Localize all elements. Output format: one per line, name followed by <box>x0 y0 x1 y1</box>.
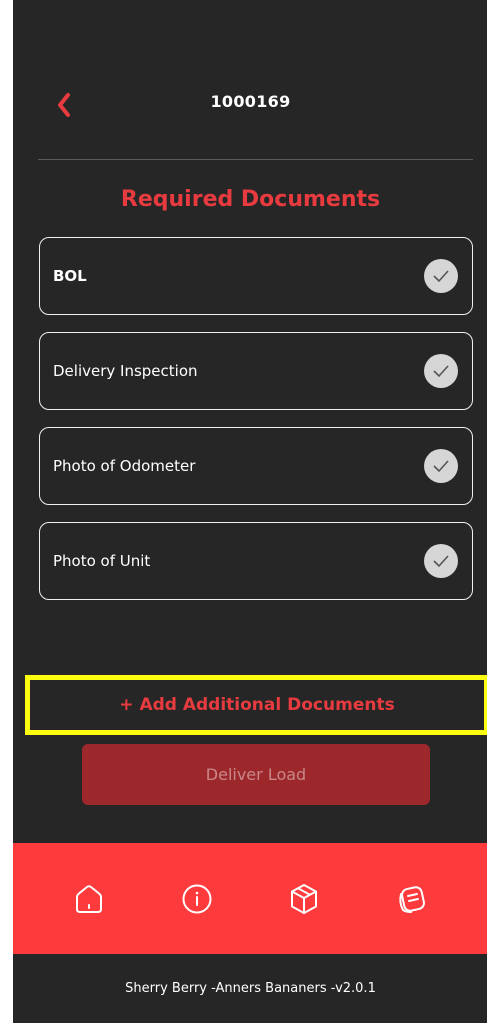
section-title: Required Documents <box>120 187 381 212</box>
notes-icon <box>399 885 426 913</box>
document-label: Photo of Unit <box>53 552 151 570</box>
check-circle-icon <box>424 354 458 388</box>
document-label: BOL <box>53 267 87 285</box>
bottom-nav-bar <box>13 843 487 954</box>
footer-text: Sherry Berry -Anners Bananers -v2.0.1 <box>125 981 376 996</box>
document-label: Photo of Odometer <box>53 457 196 475</box>
document-item-photo-of-odometer[interactable]: Photo of Odometer <box>39 427 473 505</box>
home-icon <box>75 884 102 913</box>
document-item-photo-of-unit[interactable]: Photo of Unit <box>39 522 473 600</box>
add-additional-documents-label: + Add Additional Documents <box>119 695 395 715</box>
deliver-load-button[interactable]: Deliver Load <box>82 744 430 805</box>
nav-notes-button[interactable] <box>389 876 435 922</box>
add-additional-documents-button[interactable]: + Add Additional Documents <box>25 675 487 735</box>
page-title: 1000169 <box>210 92 291 111</box>
document-label: Delivery Inspection <box>53 362 198 380</box>
check-circle-icon <box>424 449 458 483</box>
app-screen: 1000169 Required Documents BOL Delivery … <box>13 0 487 1023</box>
package-icon <box>291 883 318 914</box>
nav-info-button[interactable] <box>174 876 220 922</box>
check-circle-icon <box>424 544 458 578</box>
document-item-bol[interactable]: BOL <box>39 237 473 315</box>
info-icon <box>182 884 212 913</box>
nav-home-button[interactable] <box>66 876 112 922</box>
check-circle-icon <box>424 259 458 293</box>
document-list: BOL Delivery Inspection Photo of Odomete… <box>39 237 473 617</box>
header-divider <box>38 159 473 160</box>
deliver-load-label: Deliver Load <box>205 765 307 784</box>
document-item-delivery-inspection[interactable]: Delivery Inspection <box>39 332 473 410</box>
nav-package-button[interactable] <box>281 876 327 922</box>
